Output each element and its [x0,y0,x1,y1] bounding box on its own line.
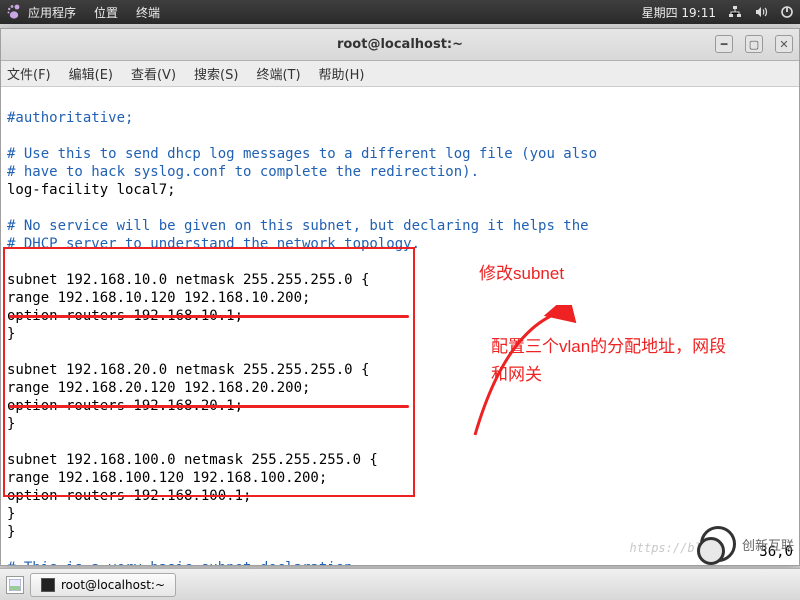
config-line: log-facility local7; [7,182,176,198]
terminal-icon [41,578,55,592]
menu-edit[interactable]: 编辑(E) [69,64,113,83]
comment-line: # No service will be given on this subne… [7,218,589,234]
titlebar: root@localhost:~ ━ ▢ ✕ [1,29,799,61]
config-line: } [7,506,15,522]
show-desktop-icon[interactable] [6,576,24,594]
clock[interactable]: 星期四 19:11 [642,4,716,21]
menu-view[interactable]: 查看(V) [131,64,176,83]
gnome-foot-icon [6,4,22,20]
brand-name: 创新互联 [742,535,794,554]
annotation-underline [9,405,409,408]
comment-line: # have to hack syslog.conf to complete t… [7,164,479,180]
panel-menu-applications[interactable]: 应用程序 [28,4,76,21]
config-line: range 192.168.20.120 192.168.20.200; [7,380,310,396]
brand-logo-icon [700,526,736,562]
minimize-button[interactable]: ━ [715,35,733,53]
menubar: 文件(F) 编辑(E) 查看(V) 搜索(S) 终端(T) 帮助(H) [1,61,799,87]
terminal-window: root@localhost:~ ━ ▢ ✕ 文件(F) 编辑(E) 查看(V)… [0,28,800,566]
taskbar-item-terminal[interactable]: root@localhost:~ [30,573,176,597]
menu-help[interactable]: 帮助(H) [319,64,365,83]
annotation-underline [9,315,409,318]
power-icon[interactable] [780,5,794,19]
taskbar-item-label: root@localhost:~ [61,578,165,592]
panel-menu-terminal[interactable]: 终端 [136,4,160,21]
config-line: range 192.168.10.120 192.168.10.200; [7,290,310,306]
volume-icon[interactable] [754,5,768,19]
maximize-button[interactable]: ▢ [745,35,763,53]
bottom-panel: root@localhost:~ [0,568,800,600]
config-line: } [7,524,15,540]
annotation-text: 配置三个vlan的分配地址，网段和网关 [491,333,726,389]
comment-line: # Use this to send dhcp log messages to … [7,146,597,162]
network-icon[interactable] [728,5,742,19]
comment-line: #authoritative; [7,110,133,126]
annotation-text: 修改subnet [479,265,564,283]
top-panel: 应用程序 位置 终端 星期四 19:11 [0,0,800,24]
comment-line: # This is a very basic subnet declaratio… [7,560,361,565]
comment-line: # DHCP server to understand the network … [7,236,420,252]
brand-watermark: 创新互联 [700,526,794,562]
window-title: root@localhost:~ [337,37,463,52]
panel-menu-places[interactable]: 位置 [94,4,118,21]
config-line: subnet 192.168.10.0 netmask 255.255.255.… [7,272,369,288]
config-line: } [7,326,15,342]
config-line: subnet 192.168.100.0 netmask 255.255.255… [7,452,378,468]
config-line: } [7,416,15,432]
menu-terminal[interactable]: 终端(T) [256,64,300,83]
config-line: option routers 192.168.100.1; [7,488,251,504]
config-line: subnet 192.168.20.0 netmask 255.255.255.… [7,362,369,378]
menu-search[interactable]: 搜索(S) [194,64,238,83]
config-line: range 192.168.100.120 192.168.100.200; [7,470,327,486]
terminal-viewport[interactable]: #authoritative; # Use this to send dhcp … [1,87,799,565]
close-button[interactable]: ✕ [775,35,793,53]
menu-file[interactable]: 文件(F) [7,64,51,83]
